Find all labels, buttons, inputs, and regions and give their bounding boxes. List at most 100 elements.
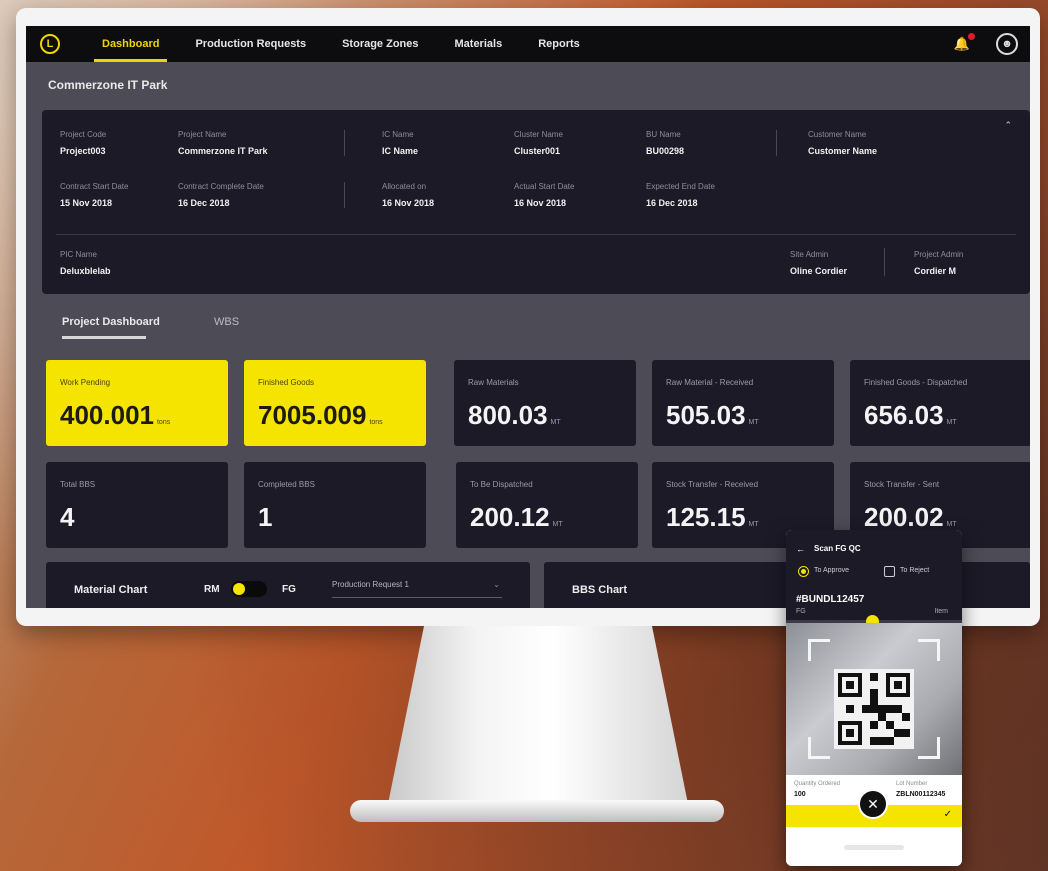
reject-checkbox[interactable] bbox=[884, 566, 895, 577]
field-project-name: Project Name Commerzone IT Park bbox=[178, 130, 268, 156]
nav-materials[interactable]: Materials bbox=[455, 26, 503, 62]
card-label: Raw Material - Received bbox=[666, 378, 754, 387]
nav-production-requests[interactable]: Production Requests bbox=[195, 26, 306, 62]
card-total-bbs[interactable]: Total BBS 4 bbox=[46, 462, 228, 548]
field-contract-start-date: Contract Start Date 15 Nov 2018 bbox=[60, 182, 129, 208]
scan-corner bbox=[918, 737, 940, 759]
collapse-chevron-icon[interactable]: ⌃ bbox=[1004, 120, 1012, 131]
mobile-app-phone: ← Scan FG QC To Approve To Reject #BUNDL… bbox=[786, 530, 962, 866]
card-value: 125.15 MT bbox=[666, 502, 759, 532]
card-label: Stock Transfer - Received bbox=[666, 480, 759, 489]
page-title: Commerzone IT Park bbox=[48, 78, 168, 92]
card-label: Raw Materials bbox=[468, 378, 519, 387]
material-chart-title: Material Chart bbox=[74, 584, 148, 596]
tab-project-dashboard[interactable]: Project Dashboard bbox=[62, 316, 160, 328]
qr-code-icon bbox=[834, 669, 914, 749]
field-bu-name: BU Name BU00298 bbox=[646, 130, 685, 156]
field-allocated-on: Allocated on 16 Nov 2018 bbox=[382, 182, 435, 208]
notification-dot bbox=[968, 33, 975, 40]
divider bbox=[344, 130, 345, 156]
card-value: 800.03 MT bbox=[468, 400, 561, 430]
field-cluster-name: Cluster Name Cluster001 bbox=[514, 130, 563, 156]
monitor-stand bbox=[388, 626, 688, 804]
card-label: Finished Goods - Dispatched bbox=[864, 378, 968, 387]
toggle-knob bbox=[233, 583, 245, 595]
card-label: Finished Goods bbox=[258, 378, 315, 387]
divider bbox=[776, 130, 777, 156]
divider bbox=[56, 234, 1016, 235]
lot-label: Lot Number bbox=[896, 781, 928, 787]
brand-logo-icon[interactable]: L bbox=[40, 34, 60, 54]
card-raw-materials[interactable]: Raw Materials 800.03 MT bbox=[454, 360, 636, 446]
toggle-label-fg: FG bbox=[282, 584, 296, 595]
home-indicator bbox=[844, 845, 904, 850]
nav-actions: 🔔 ☻ bbox=[954, 33, 1018, 55]
card-value: 1 bbox=[258, 502, 273, 532]
top-nav: L Dashboard Production Requests Storage … bbox=[26, 26, 1030, 62]
toggle-label-rm: RM bbox=[204, 584, 220, 595]
lot-value: ZBLN00112345 bbox=[896, 791, 946, 798]
field-contract-complete-date: Contract Complete Date 16 Dec 2018 bbox=[178, 182, 264, 208]
app-screen: L Dashboard Production Requests Storage … bbox=[26, 26, 1030, 608]
card-value: 7005.009 tons bbox=[258, 400, 383, 430]
notification-bell-icon[interactable]: 🔔 bbox=[954, 33, 975, 52]
scan-corner bbox=[918, 639, 940, 661]
card-label: To Be Dispatched bbox=[470, 480, 533, 489]
user-avatar-icon[interactable]: ☻ bbox=[996, 33, 1018, 55]
scan-corner bbox=[808, 639, 830, 661]
bundle-code: #BUNDL12457 bbox=[796, 594, 865, 605]
card-to-be-dispatched[interactable]: To Be Dispatched 200.12 MT bbox=[456, 462, 638, 548]
nav-dashboard[interactable]: Dashboard bbox=[93, 26, 169, 62]
card-label: Work Pending bbox=[60, 378, 111, 387]
divider bbox=[884, 248, 885, 276]
tab-wbs[interactable]: WBS bbox=[214, 316, 239, 328]
field-site-admin: Site Admin Oline Cordier bbox=[790, 250, 848, 276]
card-finished-goods[interactable]: Finished Goods 7005.009 tons bbox=[244, 360, 426, 446]
field-actual-start-date: Actual Start Date 16 Nov 2018 bbox=[514, 182, 575, 208]
divider bbox=[344, 182, 345, 208]
field-project-admin: Project Admin Cordier M bbox=[914, 250, 964, 276]
card-work-pending[interactable]: Work Pending 400.001 tons bbox=[46, 360, 228, 446]
approve-radio[interactable] bbox=[798, 566, 809, 577]
close-icon[interactable]: ✕ bbox=[858, 789, 888, 819]
phone-header: ← Scan FG QC To Approve To Reject #BUNDL… bbox=[786, 530, 962, 620]
card-value: 505.03 MT bbox=[666, 400, 759, 430]
approve-label: To Approve bbox=[814, 567, 850, 574]
field-ic-name: IC Name IC Name bbox=[382, 130, 419, 156]
card-value: 4 bbox=[60, 502, 75, 532]
field-customer-name: Customer Name Customer Name bbox=[808, 130, 878, 156]
card-value: 400.001 tons bbox=[60, 400, 171, 430]
reject-label: To Reject bbox=[900, 567, 930, 574]
field-expected-end-date: Expected End Date 16 Dec 2018 bbox=[646, 182, 715, 208]
nav-reports[interactable]: Reports bbox=[538, 26, 580, 62]
card-label: Stock Transfer - Sent bbox=[864, 480, 940, 489]
card-label: Completed BBS bbox=[258, 480, 315, 489]
monitor-stand-base bbox=[350, 800, 724, 822]
card-value: 200.02 MT bbox=[864, 502, 957, 532]
card-value: 656.03 MT bbox=[864, 400, 957, 430]
nav-storage-zones[interactable]: Storage Zones bbox=[342, 26, 418, 62]
card-completed-bbs[interactable]: Completed BBS 1 bbox=[244, 462, 426, 548]
quantity-value: 100 bbox=[794, 791, 806, 798]
card-label: Total BBS bbox=[60, 480, 96, 489]
bbs-chart-title: BBS Chart bbox=[572, 584, 628, 596]
production-request-select[interactable]: Production Request 1 ⌄ bbox=[332, 580, 502, 598]
card-finished-goods-dispatched[interactable]: Finished Goods - Dispatched 656.03 MT bbox=[850, 360, 1030, 446]
phone-footer: Quantity Ordered 100 Lot Number ZBLN0011… bbox=[786, 775, 962, 866]
chevron-down-icon: ⌄ bbox=[493, 580, 500, 589]
card-value: 200.12 MT bbox=[470, 502, 563, 532]
card-raw-material-received[interactable]: Raw Material - Received 505.03 MT bbox=[652, 360, 834, 446]
phone-title: Scan FG QC bbox=[814, 544, 861, 553]
scan-corner bbox=[808, 737, 830, 759]
back-arrow-icon[interactable]: ← bbox=[796, 544, 805, 554]
check-icon[interactable]: ✓ bbox=[944, 809, 952, 820]
project-info-panel: ⌃ Project Code Project003 Project Name Com… bbox=[42, 110, 1030, 294]
bundle-meta: Item bbox=[934, 608, 948, 615]
active-tab-indicator bbox=[62, 336, 146, 339]
rm-fg-toggle[interactable] bbox=[231, 581, 267, 597]
qr-scanner-view bbox=[786, 623, 962, 775]
field-project-code: Project Code Project003 bbox=[60, 130, 107, 156]
bundle-type: FG bbox=[796, 608, 806, 615]
field-pic-name: PIC Name Deluxblelab bbox=[60, 250, 111, 276]
material-chart-panel: Material Chart RM FG Production Request … bbox=[46, 562, 530, 608]
